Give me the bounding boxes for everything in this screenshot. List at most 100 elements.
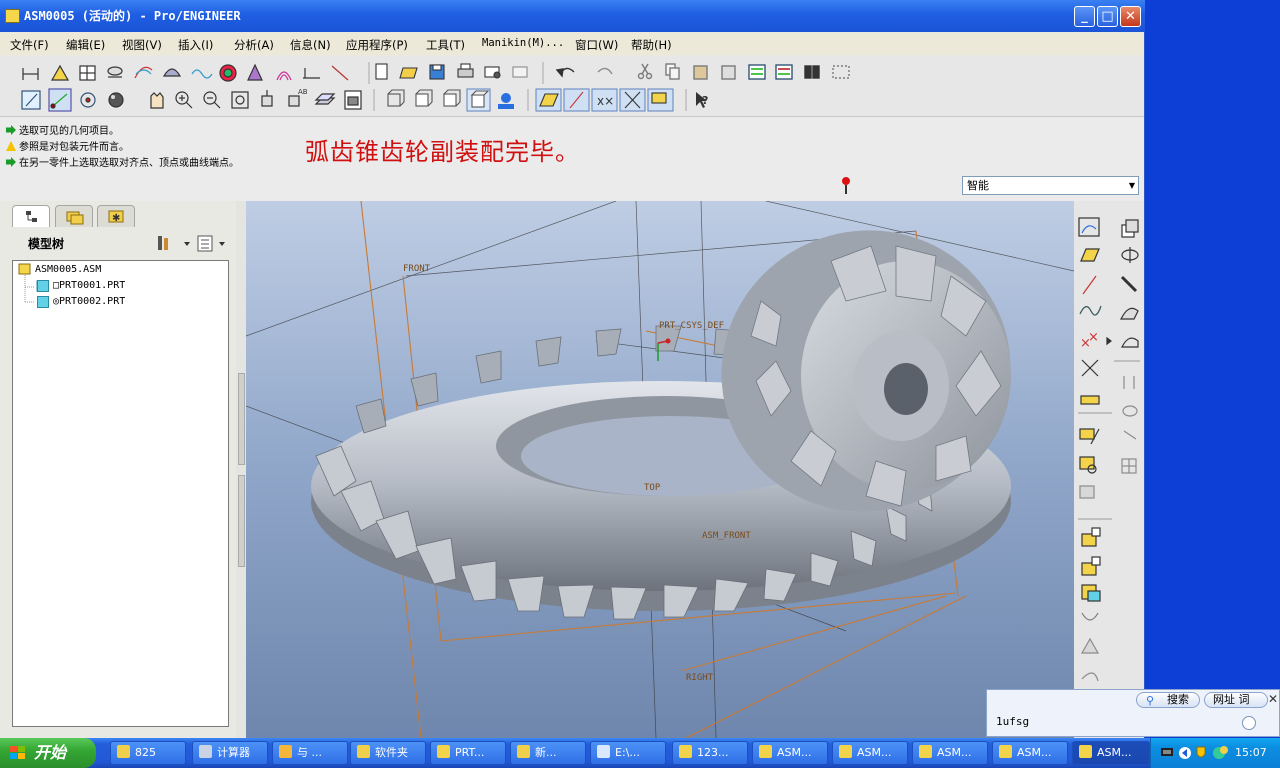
sketched-curve-icon (1078, 217, 1100, 237)
taskbar-button-label: E:\... (615, 746, 640, 759)
shading-ball-icon (108, 92, 124, 108)
taskbar-button[interactable]: ASM... (912, 741, 988, 765)
menu-insert[interactable]: 插入(I) (178, 37, 213, 53)
tab-favorites[interactable]: ✱ (97, 205, 135, 227)
menu-info[interactable]: 信息(N) (290, 37, 331, 53)
splitter-handle[interactable] (238, 475, 245, 567)
datum-plane-icon (1080, 248, 1100, 262)
close-button[interactable]: ✕ (1120, 6, 1141, 27)
settings-icon[interactable] (158, 236, 190, 250)
measure-diameter-icon (107, 66, 123, 78)
panel-splitter[interactable] (236, 201, 246, 738)
tab-folder-browser[interactable] (55, 205, 93, 227)
taskbar-button[interactable]: 新... (510, 741, 586, 765)
datum-label-front: FRONT (403, 264, 431, 274)
style-icon (1121, 337, 1139, 348)
windows-logo-icon (10, 746, 25, 759)
datum-label-csys: PRT_CSYS_DEF (659, 321, 725, 331)
tray-icons (1161, 746, 1228, 759)
redo-icon (597, 67, 613, 75)
extrude-icon (1121, 219, 1139, 238)
menu-file[interactable]: 文件(F) (10, 37, 49, 53)
taskbar-button[interactable]: ASM... (992, 741, 1068, 765)
proe-icon (679, 745, 692, 758)
proe-icon (999, 745, 1012, 758)
menu-analysis[interactable]: 分析(A) (234, 37, 274, 53)
tab-model-tree[interactable] (12, 205, 50, 227)
minimize-button[interactable]: _ (1074, 6, 1095, 27)
taskbar-button[interactable]: ASM... (752, 741, 828, 765)
message-line: 在另一零件上选取选取对齐点、顶点或曲线端点。 (6, 154, 239, 169)
search-input[interactable]: 1ufsg (992, 712, 1246, 732)
paste-icon (693, 65, 708, 80)
taskbar-button[interactable]: E:\... (590, 741, 666, 765)
menu-edit[interactable]: 编辑(E) (66, 37, 105, 53)
status-pin-icon[interactable] (840, 176, 852, 194)
popup-close-button[interactable]: ✕ (1268, 692, 1278, 706)
title-bar[interactable]: ASM0005 (活动的) - Pro/ENGINEER _ □ ✕ (0, 0, 1145, 32)
curve-analysis-icon (134, 66, 153, 79)
repeat-component-icon (1081, 584, 1101, 602)
taskbar-button-label: ASM... (777, 746, 812, 759)
folder-icon (517, 745, 530, 758)
spin-center-icon (80, 92, 96, 108)
tree-item-prt0001[interactable]: □PRT0001.PRT (53, 280, 125, 291)
shading-icon (466, 88, 491, 112)
taskbar-button[interactable]: PRT... (430, 741, 506, 765)
start-label: 开始 (34, 743, 67, 762)
boundary-blend-icon (1120, 307, 1139, 320)
taskbar-button[interactable]: 825 (110, 741, 186, 765)
copy-icon (665, 63, 680, 80)
taskbar-button[interactable]: 与 ... (272, 741, 348, 765)
hole-icon (1079, 428, 1100, 445)
show-icon[interactable] (197, 235, 225, 252)
send-mail-icon (484, 66, 501, 79)
address-button[interactable]: 网址 词 (1204, 692, 1268, 708)
popup-settings-icon[interactable] (1242, 716, 1256, 730)
copy-feature-icon (1122, 405, 1138, 417)
paste-special-icon (721, 65, 736, 80)
draft-analysis-icon (247, 63, 263, 81)
measure-distance-icon (22, 68, 39, 80)
menu-applications[interactable]: 应用程序(P) (346, 37, 408, 53)
menu-bar: 文件(F) 编辑(E) 视图(V) 插入(I) 分析(A) 信息(N) 应用程序… (0, 33, 1144, 55)
slope-icon (276, 71, 292, 81)
menu-view[interactable]: 视图(V) (122, 37, 162, 53)
taskbar-button[interactable]: ASM... (832, 741, 908, 765)
analysis-feature-icon (1080, 395, 1100, 405)
explorer-icon (597, 745, 610, 758)
menu-window[interactable]: 窗口(W) (575, 37, 618, 53)
menu-tools[interactable]: 工具(T) (426, 37, 465, 53)
appearance-icon (498, 93, 514, 109)
datum-display-icon (48, 88, 72, 112)
chevron-left-icon (1179, 747, 1191, 759)
save-icon (429, 64, 445, 80)
datum-curve-icon (1079, 305, 1102, 316)
start-button[interactable]: 开始 (0, 738, 96, 768)
tree-item-asm[interactable]: ASM0005.ASM (35, 264, 101, 275)
taskbar-button[interactable]: 123... (672, 741, 748, 765)
arrow-right-icon (6, 125, 16, 135)
new-file-icon (375, 63, 388, 80)
maximize-button[interactable]: □ (1097, 6, 1118, 27)
splitter-handle[interactable] (238, 373, 245, 465)
chat-icon (279, 745, 292, 758)
menu-help[interactable]: 帮助(H) (631, 37, 672, 53)
measure-area-icon (79, 65, 96, 81)
print-icon (457, 63, 474, 78)
part-icon (37, 280, 49, 292)
graphics-viewport[interactable]: FRONT PRT_CSYS_DEF TOP ASM_FRONT RIGHT (246, 201, 1074, 738)
filter-select[interactable]: 智能 ▼ (962, 176, 1139, 195)
favorites-icon: ✱ (108, 210, 124, 224)
view-manager-icon (344, 90, 362, 110)
taskbar-button[interactable]: ASM... (1072, 741, 1150, 765)
graph-icon (303, 68, 320, 79)
menu-manikin[interactable]: Manikin(M)... (482, 37, 564, 49)
taskbar-button[interactable]: 软件夹 (350, 741, 426, 765)
coord-sys-icon (1081, 359, 1099, 377)
toolbar-icons: AB x× ? (21, 62, 850, 112)
taskbar-button-label: ASM... (1097, 746, 1132, 759)
taskbar-button[interactable]: 计算器 (192, 741, 268, 765)
variable-sweep-icon (1120, 275, 1138, 293)
tree-item-prt0002[interactable]: ◎PRT0002.PRT (53, 296, 125, 307)
